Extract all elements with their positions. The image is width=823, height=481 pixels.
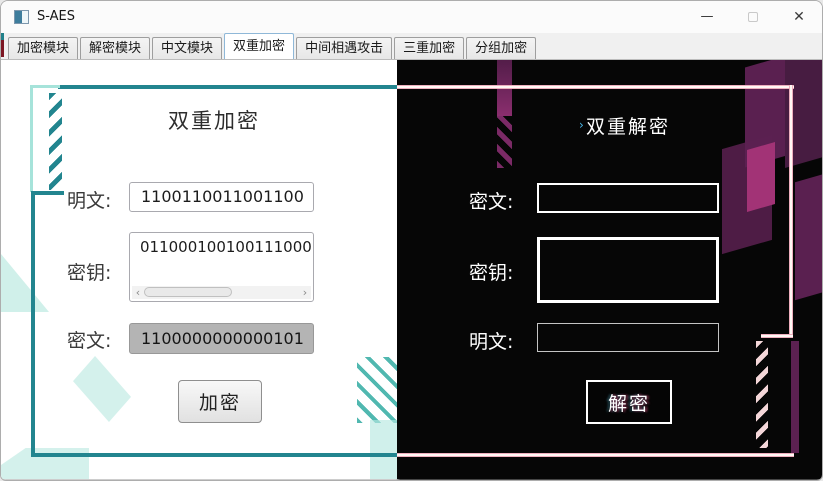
panel-title: 双重解密 bbox=[443, 112, 813, 139]
teal-band-decoration bbox=[370, 420, 397, 479]
plaintext-label: 明文: bbox=[67, 186, 111, 213]
double-decrypt-panel: › 双重解密 密文: 密钥: 明文: 解密 bbox=[397, 60, 823, 479]
teal-frame-jog bbox=[31, 191, 64, 195]
teal-frame-light-top bbox=[30, 85, 60, 88]
encrypt-button[interactable]: 加密 bbox=[178, 380, 262, 423]
tab-triple-encrypt[interactable]: 三重加密 bbox=[394, 37, 464, 59]
pink-frame-top bbox=[397, 85, 794, 89]
key-value: 01100010010011100000 bbox=[140, 238, 312, 256]
ciphertext-label: 密文: bbox=[67, 326, 111, 353]
key-label: 密钥: bbox=[67, 258, 111, 285]
app-window: S-AES — ✕ 加密模块 解密模块 中文模块 双重加密 中间相遇攻击 三重加… bbox=[0, 0, 823, 481]
key-horizontal-scrollbar[interactable]: ‹ › bbox=[132, 286, 311, 299]
scroll-right-icon[interactable]: › bbox=[299, 287, 311, 299]
key-label: 密钥: bbox=[469, 258, 513, 285]
title-bar[interactable]: S-AES — ✕ bbox=[1, 1, 822, 33]
plaintext-output[interactable] bbox=[537, 323, 719, 352]
tab-meet-in-middle-attack[interactable]: 中间相遇攻击 bbox=[296, 37, 392, 59]
scrollbar-track[interactable] bbox=[144, 286, 299, 299]
panel-title: 双重加密 bbox=[31, 105, 397, 135]
tab-decrypt-module[interactable]: 解密模块 bbox=[80, 37, 150, 59]
app-icon bbox=[14, 10, 29, 24]
plaintext-input[interactable]: 1100110011001100 bbox=[129, 182, 314, 212]
tab-double-encrypt[interactable]: 双重加密 bbox=[224, 33, 294, 59]
key-input[interactable]: 01100010010011100000 ‹ › bbox=[129, 232, 314, 302]
pink-frame-dashes bbox=[756, 341, 768, 448]
tab-chinese-module[interactable]: 中文模块 bbox=[152, 37, 222, 59]
window-title: S-AES bbox=[37, 9, 75, 24]
tab-encrypt-module[interactable]: 加密模块 bbox=[8, 37, 78, 59]
teal-frame-bottom bbox=[31, 453, 397, 457]
minimize-button[interactable]: — bbox=[684, 1, 730, 32]
teal-frame-light-left bbox=[30, 85, 33, 192]
maximize-button[interactable] bbox=[730, 1, 776, 32]
pink-frame-bottom bbox=[397, 453, 794, 457]
scroll-left-icon[interactable]: ‹ bbox=[132, 287, 144, 299]
plaintext-label: 明文: bbox=[469, 327, 513, 354]
close-icon: ✕ bbox=[793, 9, 805, 25]
pink-frame-jog bbox=[761, 334, 793, 338]
maximize-icon bbox=[748, 12, 758, 22]
tabbar-accent-red bbox=[1, 40, 4, 57]
magenta-diamond-decoration bbox=[747, 142, 775, 212]
close-button[interactable]: ✕ bbox=[776, 1, 822, 32]
page-content: 双重加密 明文: 1100110011001100 密钥: 0110001001… bbox=[1, 60, 823, 479]
teal-frame-top bbox=[58, 85, 397, 89]
double-encrypt-panel: 双重加密 明文: 1100110011001100 密钥: 0110001001… bbox=[1, 60, 397, 479]
tabbar-accent-teal bbox=[1, 33, 4, 40]
decrypt-button[interactable]: 解密 bbox=[586, 380, 672, 424]
ciphertext-output[interactable]: 1100000000000101 bbox=[129, 323, 314, 354]
magenta-edge-strip bbox=[791, 341, 799, 453]
ciphertext-input[interactable] bbox=[537, 183, 719, 213]
tab-bar: 加密模块 解密模块 中文模块 双重加密 中间相遇攻击 三重加密 分组加密 bbox=[1, 33, 822, 60]
teal-diamond-decoration bbox=[73, 356, 131, 422]
magenta-parallelogram-d bbox=[795, 174, 823, 301]
scrollbar-thumb[interactable] bbox=[144, 287, 232, 297]
teal-frame-left bbox=[31, 191, 35, 457]
minimize-icon: — bbox=[701, 9, 714, 24]
ciphertext-label: 密文: bbox=[469, 187, 513, 214]
teal-triangle-decoration bbox=[1, 254, 49, 312]
key-input[interactable] bbox=[537, 237, 719, 303]
tab-block-encrypt[interactable]: 分组加密 bbox=[466, 37, 536, 59]
teal-stripes-decoration bbox=[357, 357, 397, 423]
